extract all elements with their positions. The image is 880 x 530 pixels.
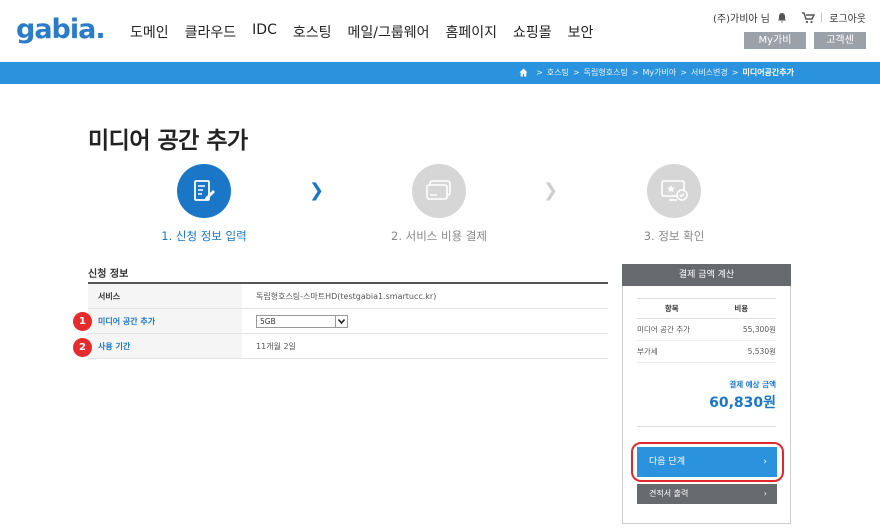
summary-title: 결제 금액 계산 [622, 264, 791, 286]
logout-link[interactable]: 로그아웃 [829, 10, 866, 25]
form-edit-icon [177, 164, 231, 218]
breadcrumb: > 호스팅 > 독립형호스팅 > My가비아 > 서비스변경 > 미디어공간추가 [519, 67, 794, 78]
header: gabia. 도메인 클라우드 IDC 호스팅 메일/그룹웨어 홈페이지 쇼핑몰… [0, 0, 880, 63]
breadcrumb-item[interactable]: 독립형호스팅 [584, 67, 628, 78]
bell-icon[interactable] [776, 12, 788, 24]
breadcrumb-item[interactable]: 호스팅 [547, 67, 569, 78]
section-title: 신청 정보 [88, 269, 129, 280]
nav-item-cloud[interactable]: 클라우드 [185, 22, 237, 42]
summary-header-row: 항목 비용 [637, 299, 776, 319]
summary-divider [637, 426, 776, 427]
step-2: 2. 서비스 비용 결제 [379, 164, 499, 244]
step-badge-1: 1 [73, 312, 92, 331]
payment-summary: 결제 금액 계산 항목 비용 미디어 공간 추가 55,300원 부가세 5,5… [622, 264, 791, 524]
form-row-period: 사용 기간 11개월 2일 [88, 334, 608, 359]
nav-item-security[interactable]: 보안 [568, 22, 594, 42]
chevron-down-icon[interactable] [335, 315, 347, 327]
summary-item: 부가세 [637, 347, 658, 356]
estimated-amount: 60,830원 [709, 395, 776, 411]
util-buttons: My가비아 고객센터 [744, 32, 866, 63]
highlight-annotation [631, 442, 784, 482]
home-icon[interactable] [519, 68, 528, 77]
breadcrumb-separator: > [536, 68, 543, 77]
breadcrumb-separator: > [572, 68, 580, 77]
print-quote-label: 견적서 출력 [649, 489, 689, 498]
breadcrumb-item[interactable]: My가비아 [643, 67, 677, 78]
gabia-logo[interactable]: gabia. [16, 14, 106, 45]
step-1: 1. 신청 정보 입력 [144, 164, 264, 244]
step-3: 3. 정보 확인 [614, 164, 734, 244]
cart-icon[interactable] [801, 11, 815, 24]
nav-item-hosting[interactable]: 호스팅 [293, 22, 332, 42]
breadcrumb-current: 미디어공간추가 [742, 68, 794, 77]
confirm-monitor-icon [647, 164, 701, 218]
step-2-label: 2. 서비스 비용 결제 [391, 229, 487, 243]
summary-col-item: 항목 [664, 304, 679, 313]
print-quote-button[interactable]: 견적서 출력 › [637, 484, 777, 504]
form-row-service: 서비스 독립형호스팅-스마트HD(testgabia1.smartucc.kr) [88, 284, 608, 309]
step-arrow-icon: ❯ [543, 180, 559, 201]
summary-cost: 55,300원 [742, 325, 776, 334]
service-value: 독립형호스팅-스마트HD(testgabia1.smartucc.kr) [256, 291, 437, 301]
breadcrumb-item[interactable]: 서비스변경 [691, 67, 728, 78]
breadcrumb-separator: > [731, 68, 739, 77]
breadcrumb-separator: > [631, 68, 639, 77]
period-label: 사용 기간 [88, 334, 242, 358]
user-name: (주)가비아 [713, 14, 758, 25]
main-nav: 도메인 클라우드 IDC 호스팅 메일/그룹웨어 홈페이지 쇼핑몰 보안 [130, 22, 609, 42]
nav-item-idc[interactable]: IDC [252, 22, 277, 42]
service-label: 서비스 [88, 284, 242, 308]
media-space-cell: 5GB [242, 309, 608, 333]
media-space-select[interactable]: 5GB [256, 314, 348, 328]
period-value: 11개월 2일 [256, 341, 296, 351]
user-suffix: 님 [760, 14, 770, 25]
nav-item-homepage[interactable]: 홈페이지 [446, 22, 498, 42]
media-space-label: 미디어 공간 추가 [88, 309, 242, 333]
breadcrumb-bar: > 호스팅 > 독립형호스팅 > My가비아 > 서비스변경 > 미디어공간추가 [0, 62, 880, 84]
utility-bar: (주)가비아 님 | 로그아웃 [713, 10, 866, 25]
summary-col-cost: 비용 [734, 304, 749, 313]
step-arrow-icon: ❯ [309, 180, 325, 201]
summary-item: 미디어 공간 추가 [637, 325, 691, 334]
util-divider: | [819, 12, 824, 23]
customer-center-button[interactable]: 고객센터 [814, 32, 866, 63]
summary-row: 부가세 5,530원 [637, 341, 776, 363]
my-gabia-button[interactable]: My가비아 [744, 32, 806, 63]
estimated-amount-label: 결제 예상 금액 [729, 380, 776, 389]
summary-table: 항목 비용 미디어 공간 추가 55,300원 부가세 5,530원 [637, 298, 776, 363]
form-row-media-space: 미디어 공간 추가 5GB [88, 309, 608, 334]
step-3-label: 3. 정보 확인 [643, 229, 705, 243]
payment-card-icon [412, 164, 466, 218]
nav-item-mail[interactable]: 메일/그룹웨어 [348, 22, 430, 42]
breadcrumb-separator: > [680, 68, 687, 77]
nav-item-shopping[interactable]: 쇼핑몰 [513, 22, 552, 42]
step-badge-2: 2 [73, 338, 92, 357]
page-title: 미디어 공간 추가 [88, 128, 248, 154]
application-form: 서비스 독립형호스팅-스마트HD(testgabia1.smartucc.kr)… [88, 282, 608, 359]
summary-cost: 5,530원 [747, 347, 776, 356]
media-space-selected: 5GB [260, 316, 276, 326]
summary-row: 미디어 공간 추가 55,300원 [637, 319, 776, 341]
chevron-right-icon: › [763, 489, 767, 498]
step-1-label: 1. 신청 정보 입력 [161, 229, 247, 243]
nav-item-domain[interactable]: 도메인 [130, 22, 169, 42]
